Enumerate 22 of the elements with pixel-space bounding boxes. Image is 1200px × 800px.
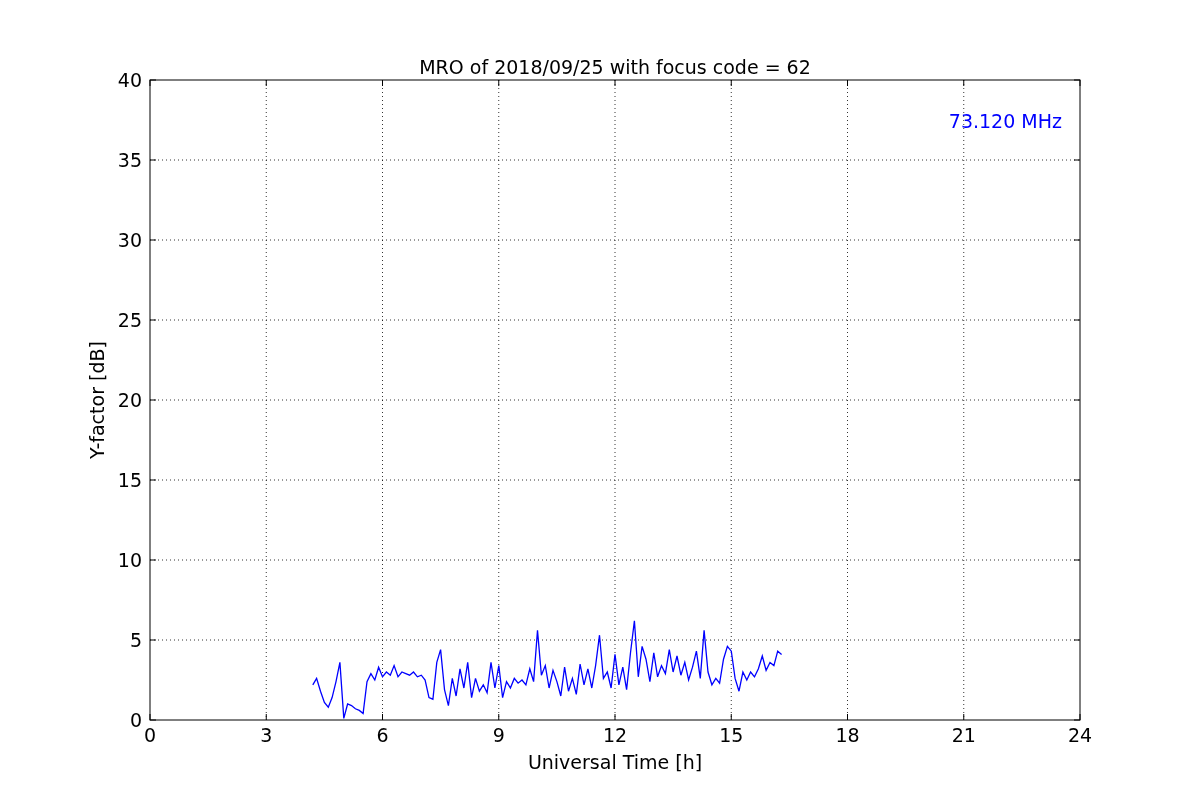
- tick-label: 25: [117, 309, 142, 331]
- tick-label: 9: [492, 724, 505, 746]
- tick-label: 10: [117, 549, 142, 571]
- tick-label: 0: [143, 724, 157, 746]
- axis-label: Universal Time [h]: [527, 751, 703, 773]
- tick-label: 35: [117, 149, 142, 171]
- tick-label: 20: [117, 389, 142, 411]
- axis-label: Y-factor [dB]: [86, 341, 108, 459]
- tick-label: 0: [129, 709, 142, 731]
- tick-label: 6: [376, 724, 389, 746]
- tick-label: 3: [260, 724, 273, 746]
- tick-label: 5: [129, 629, 142, 651]
- tick-label: 18: [835, 724, 860, 746]
- chart-title: MRO of 2018/09/25 with focus code = 62: [419, 56, 811, 78]
- tick-label: 40: [117, 69, 142, 91]
- tick-label: 21: [951, 724, 976, 746]
- tick-label: 15: [719, 724, 744, 746]
- tick-label: 15: [117, 469, 142, 491]
- tick-label: 24: [1067, 724, 1093, 746]
- tick-label: 30: [117, 229, 142, 251]
- series-label: 73.120 MHz: [948, 110, 1062, 132]
- tick-label: 12: [602, 724, 628, 746]
